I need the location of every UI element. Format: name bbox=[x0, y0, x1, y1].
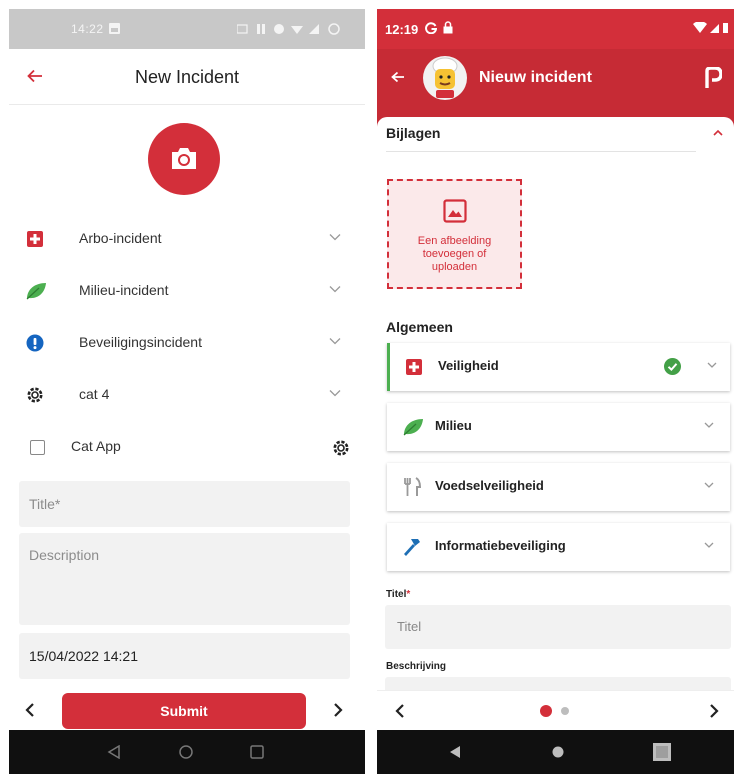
brand-logo-icon bbox=[704, 67, 722, 89]
chevron-down-icon bbox=[329, 337, 341, 345]
chevron-left-icon[interactable] bbox=[25, 703, 35, 717]
gear-icon[interactable] bbox=[331, 438, 351, 458]
image-icon bbox=[443, 199, 467, 223]
nav-home-icon[interactable] bbox=[552, 746, 564, 758]
camera-button[interactable] bbox=[148, 123, 220, 195]
nav-back-icon[interactable] bbox=[449, 745, 461, 759]
category-row-cat4[interactable]: cat 4 bbox=[9, 369, 365, 421]
leaf-icon bbox=[25, 281, 47, 301]
chevron-down-icon bbox=[704, 482, 714, 489]
page-title: New Incident bbox=[134, 67, 240, 87]
system-nav-bar bbox=[9, 730, 365, 774]
bottom-bar bbox=[377, 690, 734, 730]
chevron-up-icon[interactable] bbox=[713, 129, 723, 136]
description-placeholder: Description bbox=[29, 547, 100, 563]
hammer-icon bbox=[402, 537, 422, 557]
info-icon bbox=[26, 334, 44, 352]
back-arrow-icon[interactable] bbox=[391, 71, 405, 83]
title-placeholder: Titel bbox=[397, 619, 422, 634]
status-bar: 12:19 bbox=[377, 9, 734, 49]
title-input[interactable]: Titel bbox=[385, 605, 731, 649]
form-sheet: Bijlagen Een afbeelding toevoegen of upl… bbox=[377, 117, 734, 690]
lock-icon bbox=[443, 21, 453, 34]
description-input[interactable] bbox=[385, 677, 731, 690]
category-row-beveiliging[interactable]: Beveiligingsincident bbox=[9, 317, 365, 369]
chevron-right-icon[interactable] bbox=[333, 703, 343, 717]
chevron-down-icon bbox=[329, 285, 341, 293]
description-field-label: Beschrijving bbox=[386, 661, 447, 672]
left-phone: 14:22 New Incident Arbo-incident Milieu-… bbox=[9, 9, 365, 774]
chevron-down-icon bbox=[704, 422, 714, 429]
gear-icon bbox=[25, 385, 45, 405]
page-title: Nieuw incident bbox=[479, 69, 592, 86]
chevron-down-icon bbox=[329, 233, 341, 241]
category-row-milieu[interactable]: Milieu-incident bbox=[9, 265, 365, 317]
submit-button[interactable]: Submit bbox=[62, 693, 306, 729]
app-bar: New Incident bbox=[9, 49, 365, 105]
category-label: Milieu bbox=[435, 418, 472, 433]
checkbox-label: Cat App bbox=[71, 438, 121, 454]
required-mark: * bbox=[406, 589, 411, 600]
category-label: Beveiligingsincident bbox=[79, 334, 202, 350]
status-time: 12:19 bbox=[385, 22, 419, 37]
status-bar: 14:22 bbox=[9, 9, 365, 49]
status-icons bbox=[237, 23, 341, 35]
red-cross-icon bbox=[27, 231, 43, 247]
category-label: Milieu-incident bbox=[79, 282, 169, 298]
image-notification-icon bbox=[109, 23, 120, 34]
category-row-veiligheid[interactable]: Veiligheid bbox=[387, 343, 730, 391]
system-nav-bar bbox=[377, 730, 734, 774]
category-row-informatiebeveiliging[interactable]: Informatiebeveiliging bbox=[387, 523, 730, 571]
chevron-down-icon bbox=[707, 362, 717, 369]
avatar[interactable] bbox=[423, 55, 467, 101]
cat-app-checkbox[interactable] bbox=[30, 440, 45, 455]
status-time: 14:22 bbox=[71, 22, 104, 36]
category-label: Arbo-incident bbox=[79, 230, 162, 246]
app-bar: Nieuw incident bbox=[377, 49, 734, 107]
date-input[interactable]: 15/04/2022 14:21 bbox=[19, 633, 350, 679]
camera-icon bbox=[170, 147, 198, 171]
nav-recents-icon[interactable] bbox=[250, 745, 264, 759]
section-title-bijlagen: Bijlagen bbox=[386, 125, 441, 141]
bottom-bar: Submit bbox=[9, 689, 365, 730]
category-label: Veiligheid bbox=[438, 358, 499, 373]
title-placeholder: Title* bbox=[29, 496, 61, 512]
check-circle-icon bbox=[664, 358, 681, 375]
category-row-arbo[interactable]: Arbo-incident bbox=[9, 213, 365, 265]
chevron-left-icon[interactable] bbox=[395, 704, 405, 718]
pager-dot[interactable] bbox=[561, 707, 569, 715]
app-category-row: Cat App bbox=[9, 421, 365, 473]
google-icon bbox=[425, 22, 437, 34]
red-cross-icon bbox=[406, 359, 422, 375]
description-input[interactable]: Description bbox=[19, 533, 350, 625]
leaf-icon bbox=[402, 417, 424, 437]
section-title-algemeen: Algemeen bbox=[386, 319, 453, 335]
incident-form-screen: Bijlagen Een afbeelding toevoegen of upl… bbox=[377, 107, 734, 690]
nav-back-icon[interactable] bbox=[107, 745, 121, 759]
chevron-down-icon bbox=[329, 389, 341, 397]
incident-form-screen: New Incident Arbo-incident Milieu-incide… bbox=[9, 49, 365, 730]
attachments-header[interactable]: Bijlagen bbox=[377, 117, 734, 151]
image-upload-dropzone[interactable]: Een afbeelding toevoegen of uploaden bbox=[387, 179, 522, 289]
category-row-voedselveiligheid[interactable]: Voedselveiligheid bbox=[387, 463, 730, 511]
category-label: cat 4 bbox=[79, 386, 110, 402]
fork-knife-icon bbox=[403, 477, 421, 497]
nav-home-icon[interactable] bbox=[179, 745, 193, 759]
category-label: Informatiebeveiliging bbox=[435, 538, 566, 553]
title-input[interactable]: Title* bbox=[19, 481, 350, 527]
right-phone: 12:19 Nieuw incident Bijlagen Een afbeel… bbox=[377, 9, 734, 774]
date-value: 15/04/2022 14:21 bbox=[29, 648, 138, 664]
category-label: Voedselveiligheid bbox=[435, 478, 544, 493]
chevron-right-icon[interactable] bbox=[709, 704, 719, 718]
pager-dot-active[interactable] bbox=[540, 705, 552, 717]
category-row-milieu[interactable]: Milieu bbox=[387, 403, 730, 451]
nav-recents-icon[interactable] bbox=[653, 743, 671, 761]
upload-text: Een afbeelding toevoegen of uploaden bbox=[417, 235, 492, 273]
chevron-down-icon bbox=[704, 542, 714, 549]
status-icons bbox=[693, 22, 729, 34]
title-field-label: Titel* bbox=[386, 589, 411, 600]
